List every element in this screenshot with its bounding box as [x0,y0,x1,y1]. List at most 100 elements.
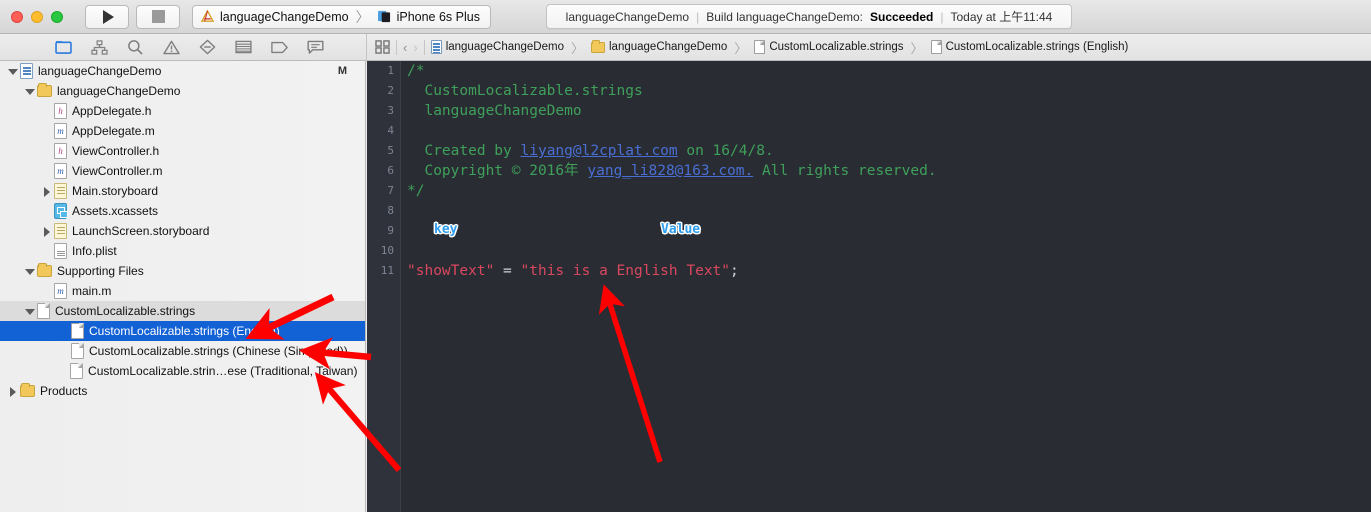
close-button[interactable] [11,10,23,23]
navigator-row[interactable]: h ViewController.h [0,141,365,161]
code-token: */ [407,183,425,199]
line-number: 10 [380,244,394,257]
navigator-row-label: AppDelegate.m [72,124,155,138]
line-number: 5 [387,144,394,157]
scheme-project-label: languageChangeDemo [220,9,349,24]
symbol-navigator-icon[interactable] [90,39,108,55]
navigator-row-label: CustomLocalizable.strings (English) [89,324,280,338]
related-items-icon[interactable] [375,40,390,54]
navigator-row[interactable]: Info.plist [0,241,365,261]
disclosure-triangle-closed[interactable] [8,386,17,397]
breadcrumb-label: CustomLocalizable.strings [769,41,904,53]
navigator-row-label: ViewController.m [72,164,163,178]
navigator-row-label: Assets.xcassets [72,204,159,218]
navigate-back-button[interactable]: ‹ [403,40,407,55]
code-line[interactable]: Copyright © 2016年 yang_li828@163.com. Al… [401,161,1371,181]
storyboard-icon [54,183,67,199]
disclosure-triangle-open[interactable] [8,67,18,76]
storyboard-icon [54,223,67,239]
email-link[interactable]: yang_li828@163.com. [587,163,753,179]
code-line[interactable]: CustomLocalizable.strings [401,81,1371,101]
breadcrumb-item-variant[interactable]: CustomLocalizable.strings (English) [930,40,1128,54]
stop-button[interactable] [136,4,180,29]
navigator-row[interactable]: m AppDelegate.m [0,121,365,141]
editor-jump-bar: ‹ › languageChangeDemo 〉 languageChangeD… [366,34,1371,61]
navigator-row[interactable]: CustomLocalizable.strings (English) [0,321,365,341]
debug-navigator-icon[interactable] [234,39,252,55]
code-line[interactable]: languageChangeDemo [401,101,1371,121]
issue-navigator-icon[interactable] [162,39,180,55]
breadcrumb-item-project[interactable]: languageChangeDemo [430,40,564,54]
navigator-row[interactable]: languageChangeDemo M [0,61,365,81]
header-file-icon: h [54,103,67,119]
disclosure-triangle-open[interactable] [25,87,35,96]
code-line[interactable]: */ [401,181,1371,201]
scheme-selector[interactable]: languageChangeDemo 〉 iPhone 6s Plus [192,4,491,29]
navigator-row[interactable]: LaunchScreen.storyboard [0,221,365,241]
navigator-row[interactable]: m main.m [0,281,365,301]
navigator-row[interactable]: CustomLocalizable.strin…ese (Traditional… [0,361,365,381]
navigator-row-label: main.m [72,284,112,298]
source-editor[interactable]: 1 2 3 4 5 6 7 8 9 10 11 /* CustomLocalizable.strin… [367,61,1371,512]
navigator-row[interactable]: CustomLocalizable.strings [0,301,365,321]
code-line[interactable] [401,201,1371,221]
disclosure-triangle-open[interactable] [25,307,35,316]
line-number: 6 [387,164,394,177]
navigator-selector-bar [0,34,366,61]
breadcrumb-item-group[interactable]: languageChangeDemo [591,39,727,53]
code-line[interactable] [401,241,1371,261]
modified-badge: M [337,65,347,77]
report-navigator-icon[interactable] [306,39,324,55]
navigator-row[interactable]: h AppDelegate.h [0,101,365,121]
navigate-forward-button[interactable]: › [413,40,417,55]
code-content[interactable]: /* CustomLocalizable.strings languageCha… [401,61,1371,512]
navigator-row[interactable]: CustomLocalizable.strings (Chinese (Simp… [0,341,365,361]
navigator-row-label: AppDelegate.h [72,104,152,118]
breakpoint-navigator-icon[interactable] [270,39,288,55]
disclosure-triangle-open[interactable] [25,267,35,276]
disclosure-triangle-closed[interactable] [42,186,51,197]
run-button[interactable] [85,4,129,29]
test-navigator-icon[interactable] [199,39,216,55]
project-navigator[interactable]: languageChangeDemo MlanguageChangeDemo h Ap… [0,61,366,512]
source-file-icon: m [54,283,67,299]
annotation-label-key: key [434,222,458,237]
code-line[interactable]: "showText" = "this is a English Text"; [401,261,1371,281]
disclosure-triangle-closed[interactable] [42,226,51,237]
navigator-row-label: Info.plist [72,244,117,258]
code-line[interactable]: /* [401,61,1371,81]
jumpbar-divider-1 [396,39,397,55]
line-number: 8 [387,204,394,217]
navigator-row[interactable]: languageChangeDemo [0,81,365,101]
navigator-row[interactable]: Supporting Files [0,261,365,281]
scheme-destination-label: iPhone 6s Plus [396,9,480,24]
code-line[interactable] [401,221,1371,241]
line-number: 4 [387,124,394,137]
status-build-result: Succeeded [870,9,934,24]
breadcrumb-item-file[interactable]: CustomLocalizable.strings [754,40,904,54]
navigator-row[interactable]: m ViewController.m [0,161,365,181]
navigator-row[interactable]: Main.storyboard [0,181,365,201]
status-separator-1: | [696,9,700,24]
code-line[interactable] [401,121,1371,141]
code-token: languageChangeDemo [407,103,582,119]
navigator-row-label: CustomLocalizable.strings [55,304,196,318]
navigator-row[interactable]: Assets.xcassets [0,201,365,221]
zoom-button[interactable] [51,10,63,23]
code-line[interactable]: Created by liyang@l2cplat.com on 16/4/8. [401,141,1371,161]
minimize-button[interactable] [31,10,43,23]
email-link[interactable]: liyang@l2cplat.com [521,143,678,159]
window-controls [11,10,63,23]
navigator-row[interactable]: Products [0,381,365,401]
find-navigator-icon[interactable] [127,39,144,55]
project-navigator-icon[interactable] [54,39,72,55]
code-token: /* [407,63,425,79]
